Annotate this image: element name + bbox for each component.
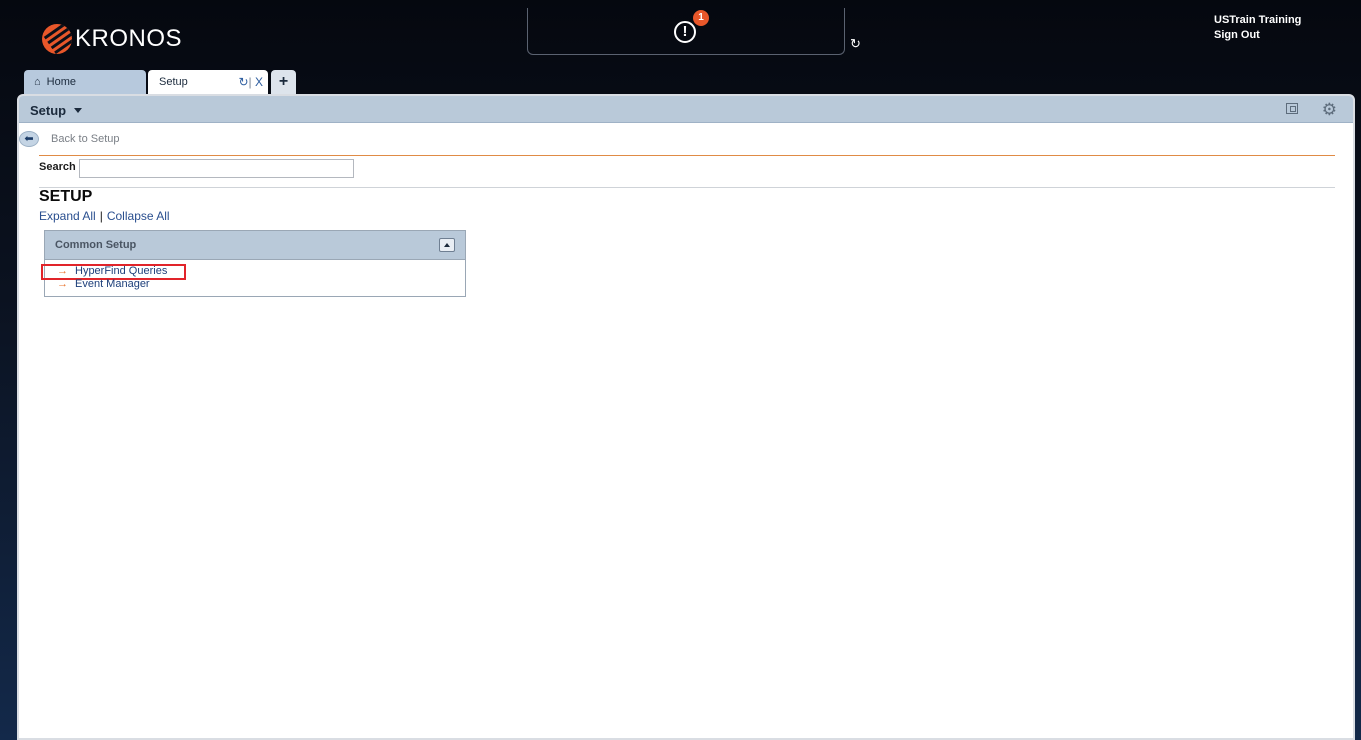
caret-down-icon — [74, 108, 83, 113]
tab-refresh-icon[interactable]: ↻ — [238, 75, 248, 89]
setup-panel: Setup ⚙ ⬅ Back to Setup Search SETUP Exp… — [17, 94, 1355, 740]
arrow-right-icon: → — [57, 278, 68, 290]
alert-count-badge: 1 — [693, 10, 709, 26]
search-input[interactable] — [79, 159, 354, 178]
item-label[interactable]: Event Manager — [75, 278, 150, 290]
logo-text: KRONOS — [75, 25, 183, 52]
tab-close-icon[interactable]: X — [255, 75, 263, 89]
home-icon: ⌂ — [34, 76, 41, 88]
refresh-icon[interactable]: ↻ — [850, 36, 861, 52]
panel-title-menu[interactable]: Setup — [30, 103, 83, 118]
collapse-all-link[interactable]: Collapse All — [107, 209, 170, 223]
divider — [39, 187, 1335, 188]
back-label[interactable]: Back to Setup — [51, 133, 120, 145]
add-tab-button[interactable]: + — [271, 70, 296, 94]
kronos-logo-icon — [42, 24, 72, 54]
sign-out-link[interactable]: Sign Out — [1214, 28, 1301, 43]
page-title: SETUP — [39, 188, 93, 205]
alert-panel[interactable]: ! 1 — [527, 8, 845, 55]
collapse-section-button[interactable] — [439, 238, 455, 252]
section-header: Common Setup — [45, 231, 465, 260]
search-label: Search — [39, 161, 76, 173]
back-arrow-icon[interactable]: ⬅ — [19, 131, 39, 147]
user-name: USTrain Training — [1214, 14, 1302, 26]
tab-setup-label: Setup — [159, 76, 188, 88]
expand-all-link[interactable]: Expand All — [39, 209, 96, 223]
divider — [39, 155, 1335, 156]
search-row: Search — [39, 159, 354, 178]
link-separator: | — [99, 209, 103, 223]
maximize-icon[interactable] — [1286, 103, 1298, 114]
expand-collapse-row: Expand All | Collapse All — [39, 209, 170, 223]
gear-icon[interactable]: ⚙ — [1322, 100, 1337, 120]
alert-icon[interactable]: ! — [674, 21, 696, 43]
panel-header: Setup ⚙ — [19, 96, 1353, 123]
tab-setup[interactable]: Setup ↻| X — [148, 70, 268, 96]
tab-home-label: Home — [46, 76, 76, 88]
user-area: USTrain Training Sign Out — [1214, 13, 1301, 43]
list-item-hyperfind-queries[interactable]: → HyperFind Queries — [57, 265, 167, 277]
list-item-event-manager[interactable]: → Event Manager — [57, 278, 150, 290]
tab-home[interactable]: ⌂ Home — [24, 70, 146, 94]
section-title: Common Setup — [55, 239, 137, 251]
kronos-logo: KRONOS — [42, 24, 182, 54]
panel-title: Setup — [30, 103, 67, 118]
common-setup-section: Common Setup → HyperFind Queries → Event M… — [41, 230, 466, 297]
item-label[interactable]: HyperFind Queries — [75, 265, 167, 277]
arrow-right-icon: → — [57, 265, 68, 277]
